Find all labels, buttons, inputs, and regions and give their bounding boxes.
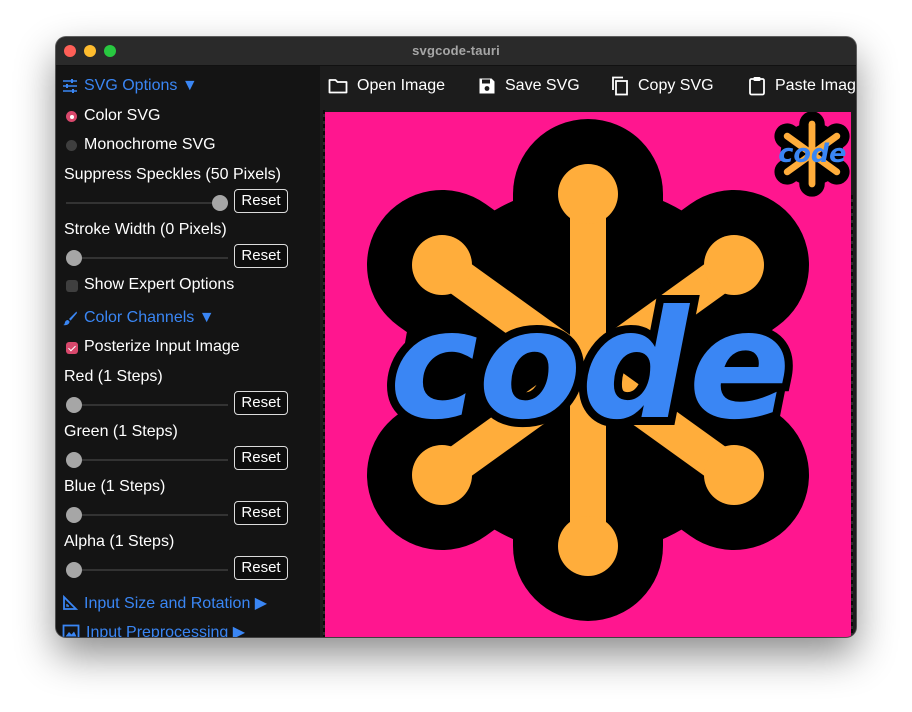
save-icon [479, 78, 495, 94]
red-label: Red (1 Steps) [64, 368, 163, 385]
stroke-width-slider[interactable] [66, 250, 228, 266]
angle-ruler-icon [63, 595, 78, 610]
svg-options-label: SVG Options ▼ [84, 77, 198, 94]
blue-reset-button[interactable]: Reset [234, 501, 288, 525]
speckles-label: Suppress Speckles (50 Pixels) [64, 166, 281, 183]
blue-slider[interactable] [66, 507, 228, 523]
svg-options-section[interactable]: SVG Options ▼ [62, 77, 198, 95]
clipboard-icon [749, 77, 765, 96]
canvas-area: code code [320, 110, 856, 637]
posterize-label: Posterize Input Image [84, 338, 240, 355]
stroke-width-label: Stroke Width (0 Pixels) [64, 221, 227, 238]
brush-icon [63, 311, 77, 326]
red-reset-button[interactable]: Reset [234, 391, 288, 415]
open-image-button[interactable]: Open Image [328, 75, 445, 97]
monochrome-svg-radio[interactable] [66, 140, 77, 151]
green-slider[interactable] [66, 452, 228, 468]
color-svg-label: Color SVG [84, 107, 161, 124]
blue-slider-knob[interactable] [66, 507, 82, 523]
color-channels-label: Color Channels ▼ [84, 309, 215, 326]
posterize-checkbox[interactable] [66, 342, 78, 354]
small-logo-text: code [778, 139, 846, 169]
color-svg-radio[interactable] [66, 111, 77, 122]
folder-icon [328, 79, 348, 94]
app-window: svgcode-tauri SVG Options ▼ Color SVG Mo… [56, 37, 856, 637]
input-preprocessing-label: Input Preprocessing ▶ [86, 624, 246, 637]
toolbar: Open Image Save SVG Copy SVG Paste Image [320, 66, 856, 110]
red-slider-knob[interactable] [66, 397, 82, 413]
alpha-label: Alpha (1 Steps) [64, 533, 175, 550]
copy-svg-button[interactable]: Copy SVG [611, 75, 714, 97]
input-size-label: Input Size and Rotation ▶ [84, 595, 268, 612]
speckles-reset-button[interactable]: Reset [234, 189, 288, 213]
monochrome-svg-label: Monochrome SVG [84, 136, 216, 153]
code-logo-image: code code [325, 112, 851, 637]
title-bar: svgcode-tauri [56, 37, 856, 66]
blue-label: Blue (1 Steps) [64, 478, 166, 495]
input-size-section[interactable]: Input Size and Rotation ▶ [62, 593, 267, 613]
expert-options-checkbox[interactable] [66, 280, 78, 292]
stroke-width-slider-knob[interactable] [66, 250, 82, 266]
green-slider-knob[interactable] [66, 452, 82, 468]
svg-preview[interactable]: code code [325, 112, 851, 637]
input-preprocessing-section[interactable]: Input Preprocessing ▶ [62, 622, 245, 637]
stroke-width-reset-button[interactable]: Reset [234, 244, 288, 268]
speckles-slider-knob[interactable] [212, 195, 228, 211]
canvas-right-border [851, 195, 853, 637]
save-svg-button[interactable]: Save SVG [478, 75, 580, 97]
save-svg-label: Save SVG [505, 77, 580, 94]
green-reset-button[interactable]: Reset [234, 446, 288, 470]
alpha-slider[interactable] [66, 562, 228, 578]
sidebar: SVG Options ▼ Color SVG Monochrome SVG S… [56, 66, 320, 637]
tune-icon [63, 79, 77, 93]
copy-svg-label: Copy SVG [638, 77, 714, 94]
paste-image-label: Paste Image [775, 77, 856, 94]
window-title: svgcode-tauri [412, 43, 500, 58]
speckles-slider[interactable] [66, 195, 228, 211]
alpha-reset-button[interactable]: Reset [234, 556, 288, 580]
copy-icon [612, 76, 628, 96]
image-icon [62, 624, 80, 637]
code-logo-text: code [389, 279, 790, 453]
green-label: Green (1 Steps) [64, 423, 178, 440]
paste-image-button[interactable]: Paste Image [748, 75, 856, 97]
alpha-slider-knob[interactable] [66, 562, 82, 578]
expert-options-label: Show Expert Options [84, 276, 235, 293]
red-slider[interactable] [66, 397, 228, 413]
color-channels-section[interactable]: Color Channels ▼ [62, 309, 215, 327]
open-image-label: Open Image [357, 77, 446, 94]
